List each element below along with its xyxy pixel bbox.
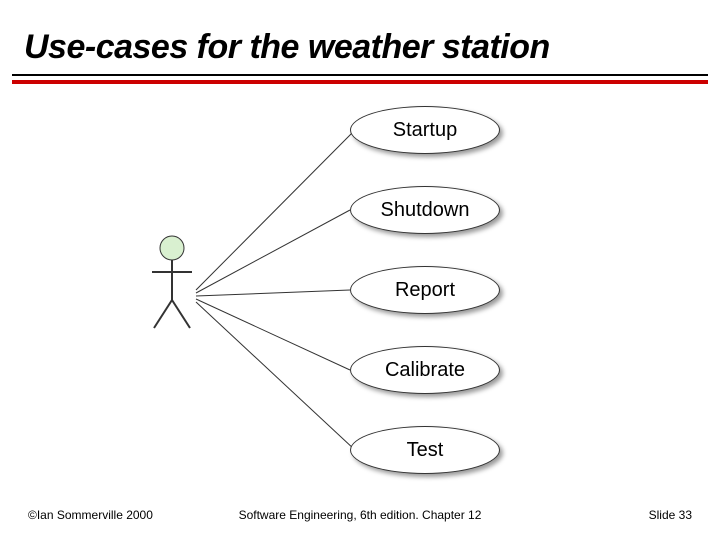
usecase-diagram: Startup Shutdown Report Calibrate Test bbox=[140, 100, 600, 500]
footer: ©Ian Sommerville 2000 Software Engineeri… bbox=[0, 508, 720, 528]
slide: Use-cases for the weather station Startu… bbox=[0, 0, 720, 540]
usecase-report: Report bbox=[350, 266, 500, 314]
usecase-label: Calibrate bbox=[385, 359, 465, 382]
usecase-shutdown: Shutdown bbox=[350, 186, 500, 234]
usecase-label: Report bbox=[395, 279, 455, 302]
slide-title: Use-cases for the weather station bbox=[24, 28, 696, 67]
footer-slide-number: Slide 33 bbox=[649, 508, 692, 522]
usecase-label: Shutdown bbox=[381, 199, 470, 222]
title-area: Use-cases for the weather station bbox=[24, 28, 696, 67]
footer-booktitle: Software Engineering, 6th edition. Chapt… bbox=[0, 508, 720, 522]
usecase-test: Test bbox=[350, 426, 500, 474]
title-rule-black bbox=[12, 74, 708, 76]
usecase-calibrate: Calibrate bbox=[350, 346, 500, 394]
title-rule-red bbox=[12, 80, 708, 84]
usecase-label: Test bbox=[407, 439, 444, 462]
usecase-startup: Startup bbox=[350, 106, 500, 154]
actor-icon bbox=[152, 236, 192, 328]
usecase-label: Startup bbox=[393, 119, 457, 142]
